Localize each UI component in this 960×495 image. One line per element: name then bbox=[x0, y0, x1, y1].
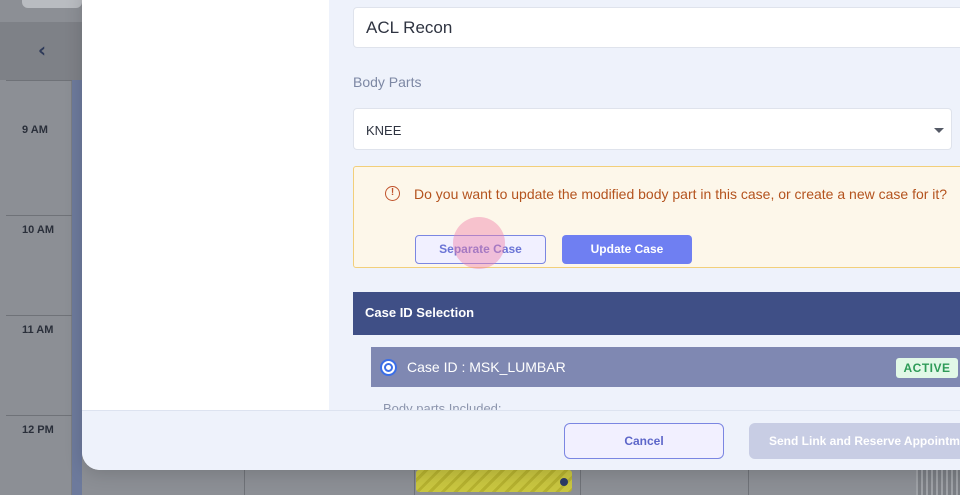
calendar-event bbox=[416, 470, 572, 492]
body-parts-value: KNEE bbox=[366, 123, 402, 138]
body-parts-included-label: Body parts Included: bbox=[383, 401, 502, 410]
case-id-selection-header: Case ID Selection bbox=[353, 292, 960, 335]
send-link-reserve-button[interactable]: Send Link and Reserve Appointment bbox=[749, 423, 960, 459]
status-badge: ACTIVE bbox=[896, 358, 958, 378]
chevron-left-icon[interactable]: ‹ bbox=[22, 38, 62, 62]
calendar-strip bbox=[72, 80, 82, 495]
procedure-field[interactable]: ACL Recon bbox=[353, 7, 960, 48]
modal-left-panel bbox=[82, 0, 329, 410]
case-id-selection-title: Case ID Selection bbox=[365, 305, 475, 320]
separate-case-button[interactable]: Separate Case bbox=[415, 235, 546, 264]
body-parts-select[interactable]: KNEE bbox=[353, 108, 952, 150]
body-part-warning: ! Do you want to update the modified bod… bbox=[353, 166, 960, 268]
update-case-button[interactable]: Update Case bbox=[562, 235, 692, 264]
time-label: 10 AM bbox=[22, 224, 54, 236]
case-radio[interactable] bbox=[380, 359, 397, 376]
alert-circle-icon: ! bbox=[385, 186, 400, 201]
case-item-header[interactable]: Case ID : MSK_LUMBAR ACTIVE bbox=[371, 347, 960, 387]
body-parts-label: Body Parts bbox=[353, 74, 422, 90]
warning-message: Do you want to update the modified body … bbox=[414, 186, 948, 202]
case-item[interactable]: Case ID : MSK_LUMBAR ACTIVE Body parts I… bbox=[371, 347, 960, 410]
chevron-down-icon[interactable] bbox=[934, 128, 944, 133]
appointment-modal: ACL Recon Body Parts KNEE ! Do you want … bbox=[82, 0, 960, 470]
time-label: 11 AM bbox=[22, 324, 54, 336]
time-label: 12 PM bbox=[22, 424, 54, 436]
event-dot-icon bbox=[560, 478, 568, 486]
case-id-text: Case ID : MSK_LUMBAR bbox=[407, 359, 566, 375]
calendar-hatch bbox=[916, 470, 960, 495]
time-label: 9 AM bbox=[22, 124, 48, 136]
calendar-top-cell bbox=[22, 0, 82, 8]
cancel-button[interactable]: Cancel bbox=[564, 423, 724, 459]
procedure-value: ACL Recon bbox=[366, 18, 453, 37]
